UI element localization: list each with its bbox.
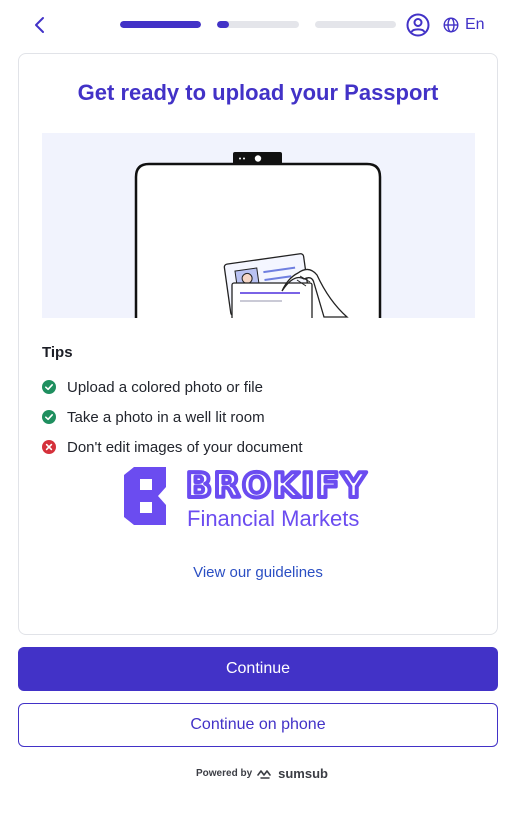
powered-by-label: Powered by (196, 768, 253, 779)
brand-name: BROKIFY (186, 467, 368, 506)
globe-icon (443, 17, 459, 33)
user-circle-icon (406, 13, 430, 37)
x-circle-icon (42, 440, 56, 454)
continue-on-phone-button[interactable]: Continue on phone (18, 703, 498, 747)
tip-item: Upload a colored photo or file (42, 372, 303, 402)
check-circle-icon (42, 410, 56, 424)
continue-button[interactable]: Continue (18, 647, 498, 691)
document-illustration (42, 133, 475, 318)
progress-step-3 (315, 21, 396, 28)
progress-step-1 (120, 21, 201, 28)
tip-item: Take a photo in a well lit room (42, 402, 303, 432)
tip-text: Upload a colored photo or file (67, 378, 263, 396)
tip-text: Don't edit images of your document (67, 438, 303, 456)
brand-tagline: Financial Markets (187, 506, 359, 529)
sumsub-logo-icon (257, 769, 271, 779)
guidelines-link[interactable]: View our guidelines (19, 564, 497, 581)
progress-step-2 (217, 21, 299, 28)
language-label: En (465, 16, 485, 33)
powered-by-footer: Powered by sumsub (0, 766, 524, 781)
tips-heading: Tips (42, 344, 73, 361)
profile-button[interactable] (406, 13, 430, 37)
back-button[interactable] (30, 14, 50, 36)
top-bar: En (0, 0, 524, 50)
progress-fill (217, 21, 230, 28)
chevron-left-icon (35, 17, 44, 33)
tip-item: Don't edit images of your document (42, 432, 303, 462)
language-selector[interactable]: En (443, 14, 485, 36)
page-title: Get ready to upload your Passport (77, 80, 439, 105)
check-circle-icon (42, 380, 56, 394)
phone-document-illustration (134, 152, 382, 318)
instructions-card: Get ready to upload your Passport Tips U… (18, 53, 498, 635)
tips-list: Upload a colored photo or file Take a ph… (42, 372, 303, 462)
progress-fill (120, 21, 201, 28)
provider-name: sumsub (278, 766, 328, 781)
tip-text: Take a photo in a well lit room (67, 408, 265, 426)
brokify-logo: BROKIFY Financial Markets (120, 464, 405, 531)
